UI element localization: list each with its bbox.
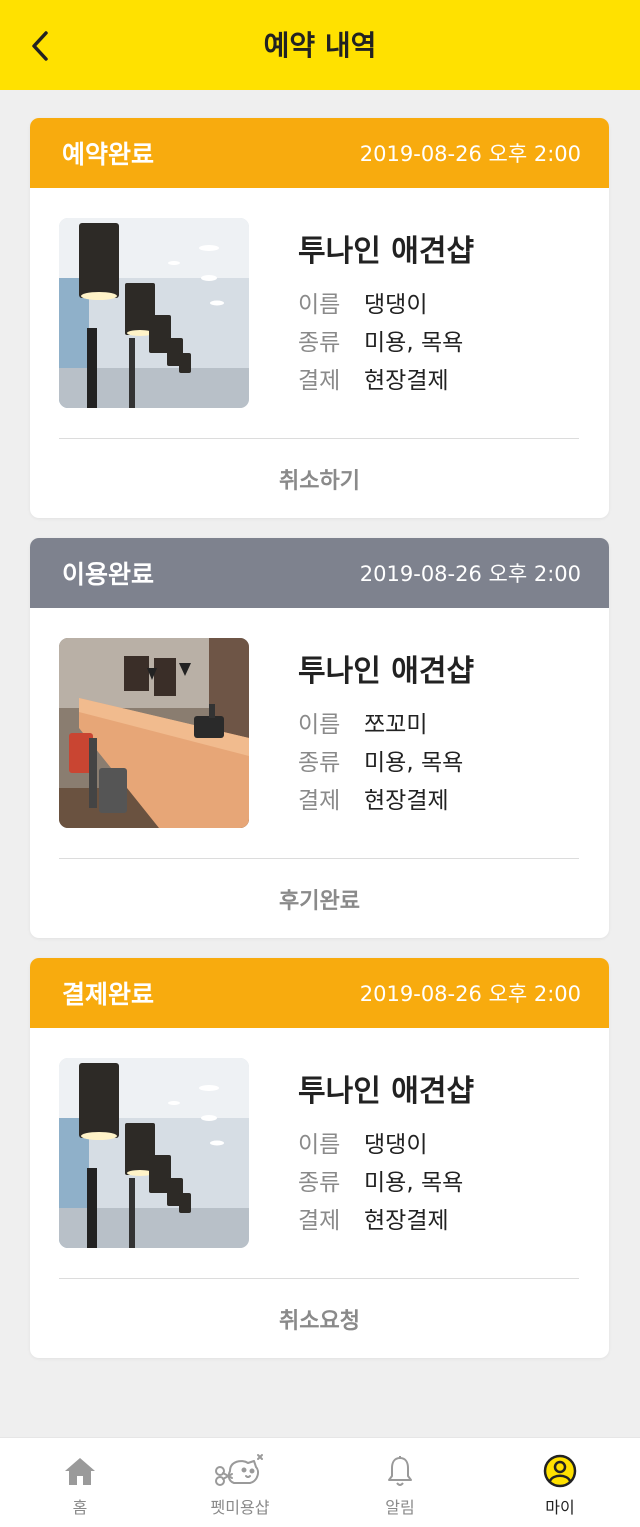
info-type-row: 종류 미용, 목욕 — [298, 743, 463, 777]
bottom-tab-bar: 홈 펫미용샵 알림 마이 — [0, 1437, 640, 1527]
pet-name: 쪼꼬미 — [364, 712, 428, 738]
service-type: 미용, 목욕 — [364, 1170, 464, 1196]
tab-label: 알림 — [385, 1498, 415, 1517]
pet-name: 댕댕이 — [364, 292, 428, 318]
card-header: 이용완료 2019-08-26 오후 2:00 — [30, 538, 609, 608]
reservation-datetime: 2019-08-26 오후 2:00 — [359, 562, 581, 586]
info-name-row: 이름 댕댕이 — [298, 285, 427, 319]
card-header: 결제완료 2019-08-26 오후 2:00 — [30, 958, 609, 1028]
pet-name: 댕댕이 — [364, 1132, 428, 1158]
info-type-row: 종류 미용, 목욕 — [298, 1163, 463, 1197]
dog-grooming-icon — [215, 1454, 263, 1486]
payment-method: 현장결제 — [364, 788, 449, 814]
service-type: 미용, 목욕 — [364, 750, 464, 776]
info-payment-row: 결제 현장결제 — [298, 361, 449, 395]
info-payment-row: 결제 현장결제 — [298, 1201, 449, 1235]
cancel-request-button[interactable]: 취소요청 — [30, 1279, 609, 1358]
shop-name: 투나인 애견샵 — [298, 234, 475, 269]
shop-photo[interactable] — [59, 218, 249, 408]
info-label: 이름 — [298, 1132, 341, 1158]
tab-home[interactable]: 홈 — [0, 1438, 160, 1527]
home-icon — [65, 1458, 95, 1485]
info-label: 이름 — [298, 712, 341, 738]
info-name-row: 이름 댕댕이 — [298, 1125, 427, 1159]
reservation-card: 예약완료 2019-08-26 오후 2:00 투나인 애견샵 이름 댕댕이 종… — [30, 118, 609, 518]
bell-icon — [388, 1456, 412, 1486]
card-body: 투나인 애견샵 이름 쪼꼬미 종류 미용, 목욕 결제 현장결제 — [30, 608, 609, 858]
shop-name: 투나인 애견샵 — [298, 1074, 475, 1109]
info-label: 결제 — [298, 368, 341, 394]
tab-my[interactable]: 마이 — [480, 1438, 640, 1527]
shop-photo[interactable] — [59, 1058, 249, 1248]
tab-label: 마이 — [545, 1498, 575, 1517]
tab-notifications[interactable]: 알림 — [320, 1438, 480, 1527]
tab-label: 펫미용샵 — [210, 1498, 270, 1517]
shop-name: 투나인 애견샵 — [298, 654, 475, 689]
page-title: 예약 내역 — [263, 29, 377, 62]
status-label: 예약완료 — [62, 140, 155, 169]
reservation-datetime: 2019-08-26 오후 2:00 — [359, 982, 581, 1006]
status-label: 결제완료 — [62, 980, 155, 1009]
reservation-card: 이용완료 2019-08-26 오후 2:00 투나인 애견샵 이름 쪼꼬미 종… — [30, 538, 609, 938]
card-header: 예약완료 2019-08-26 오후 2:00 — [30, 118, 609, 188]
info-type-row: 종류 미용, 목욕 — [298, 323, 463, 357]
review-done-button[interactable]: 후기완료 — [30, 859, 609, 938]
info-label: 종류 — [298, 1170, 341, 1196]
tab-pet-salon[interactable]: 펫미용샵 — [160, 1438, 320, 1527]
info-label: 종류 — [298, 750, 341, 776]
reservation-card: 결제완료 2019-08-26 오후 2:00 투나인 애견샵 이름 댕댕이 종… — [30, 958, 609, 1358]
shop-photo[interactable] — [59, 638, 249, 828]
payment-method: 현장결제 — [364, 368, 449, 394]
card-body: 투나인 애견샵 이름 댕댕이 종류 미용, 목욕 결제 현장결제 — [30, 1028, 609, 1278]
tab-label: 홈 — [72, 1498, 88, 1517]
info-payment-row: 결제 현장결제 — [298, 781, 449, 815]
reservation-datetime: 2019-08-26 오후 2:00 — [359, 142, 581, 166]
info-label: 결제 — [298, 1208, 341, 1234]
info-label: 이름 — [298, 292, 341, 318]
status-label: 이용완료 — [62, 560, 155, 589]
user-circle-icon — [543, 1454, 577, 1488]
card-body: 투나인 애견샵 이름 댕댕이 종류 미용, 목욕 결제 현장결제 — [30, 188, 609, 438]
service-type: 미용, 목욕 — [364, 330, 464, 356]
info-name-row: 이름 쪼꼬미 — [298, 705, 427, 739]
info-label: 종류 — [298, 330, 341, 356]
cancel-button[interactable]: 취소하기 — [30, 439, 609, 518]
payment-method: 현장결제 — [364, 1208, 449, 1234]
info-label: 결제 — [298, 788, 341, 814]
top-bar: 예약 내역 — [0, 0, 640, 90]
